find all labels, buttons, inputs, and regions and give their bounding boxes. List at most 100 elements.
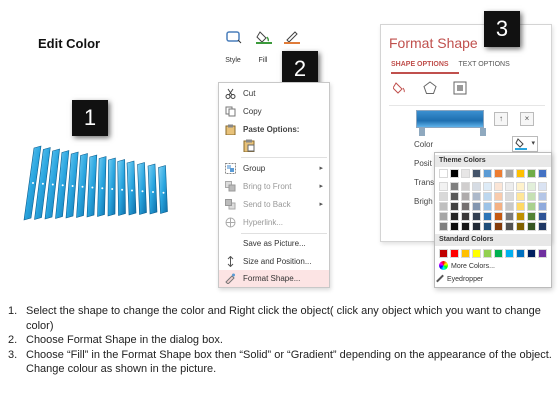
theme-shade-swatch[interactable] <box>527 182 536 191</box>
theme-color-swatch[interactable] <box>538 169 547 178</box>
paste-option-keep-format[interactable] <box>219 137 329 154</box>
theme-shade-swatch[interactable] <box>494 182 503 191</box>
theme-shade-swatch[interactable] <box>450 202 459 211</box>
theme-color-swatch[interactable] <box>483 169 492 178</box>
theme-shade-swatch[interactable] <box>439 212 448 221</box>
theme-shade-swatch[interactable] <box>538 222 547 231</box>
theme-shade-swatch[interactable] <box>494 202 503 211</box>
theme-color-swatch[interactable] <box>527 169 536 178</box>
theme-shade-swatch[interactable] <box>505 192 514 201</box>
theme-color-swatch[interactable] <box>439 169 448 178</box>
tab-text-options[interactable]: TEXT OPTIONS <box>459 61 510 68</box>
theme-shade-swatch[interactable] <box>461 192 470 201</box>
menu-item-save-as-picture[interactable]: Save as Picture... <box>219 235 329 252</box>
standard-color-swatch[interactable] <box>494 249 503 258</box>
standard-color-swatch[interactable] <box>472 249 481 258</box>
theme-color-swatch[interactable] <box>505 169 514 178</box>
theme-shade-swatch[interactable] <box>494 222 503 231</box>
theme-shade-swatch[interactable] <box>472 202 481 211</box>
menu-item-send-to-back[interactable]: Send to Back ▸ <box>219 196 329 213</box>
domino-shape <box>137 162 147 215</box>
theme-shade-swatch[interactable] <box>472 192 481 201</box>
size-properties-icon[interactable] <box>453 81 467 95</box>
theme-shade-swatch[interactable] <box>505 202 514 211</box>
theme-shade-swatch[interactable] <box>538 212 547 221</box>
menu-item-bring-to-front[interactable]: Bring to Front ▸ <box>219 178 329 195</box>
standard-color-swatch[interactable] <box>527 249 536 258</box>
theme-shade-swatch[interactable] <box>527 212 536 221</box>
menu-item-cut[interactable]: Cut <box>219 85 329 102</box>
shape-style-button[interactable]: Style <box>220 24 246 68</box>
theme-shade-swatch[interactable] <box>450 222 459 231</box>
theme-shade-swatch[interactable] <box>516 212 525 221</box>
menu-item-copy[interactable]: Copy <box>219 103 329 120</box>
theme-shade-swatch[interactable] <box>483 182 492 191</box>
menu-item-group[interactable]: Group ▸ <box>219 160 329 177</box>
more-colors-link[interactable]: More Colors... <box>439 261 495 270</box>
menu-item-format-shape[interactable]: Format Shape... <box>219 270 329 287</box>
theme-shade-swatch[interactable] <box>439 222 448 231</box>
theme-shade-swatch[interactable] <box>516 192 525 201</box>
theme-shade-swatch[interactable] <box>527 202 536 211</box>
effects-pentagon-icon[interactable] <box>423 81 437 95</box>
theme-shade-swatch[interactable] <box>450 212 459 221</box>
eyedropper-link[interactable]: Eyedropper <box>436 274 483 283</box>
standard-color-swatch[interactable] <box>516 249 525 258</box>
theme-shade-swatch[interactable] <box>439 192 448 201</box>
theme-shade-swatch[interactable] <box>538 192 547 201</box>
theme-shade-swatch[interactable] <box>472 182 481 191</box>
theme-shade-swatch[interactable] <box>450 182 459 191</box>
gradient-stop-handle[interactable] <box>419 128 425 136</box>
standard-color-swatch[interactable] <box>461 249 470 258</box>
standard-color-swatch[interactable] <box>439 249 448 258</box>
shape-fill-button[interactable]: Fill <box>250 24 276 68</box>
domino-shapes-image[interactable] <box>16 140 176 230</box>
chevron-down-icon: ▾ <box>531 140 535 147</box>
theme-shade-swatch[interactable] <box>461 202 470 211</box>
theme-shade-swatch[interactable] <box>461 182 470 191</box>
remove-gradient-stop-button[interactable]: × <box>520 112 534 126</box>
theme-color-swatch[interactable] <box>494 169 503 178</box>
menu-item-hyperlink[interactable]: Hyperlink... <box>219 214 329 231</box>
fill-line-icon[interactable] <box>393 81 407 95</box>
standard-color-swatch[interactable] <box>538 249 547 258</box>
theme-shade-swatch[interactable] <box>439 182 448 191</box>
add-gradient-stop-button[interactable]: ↑ <box>494 112 508 126</box>
menu-item-size-and-position[interactable]: Size and Position... <box>219 253 329 270</box>
theme-color-swatch[interactable] <box>472 169 481 178</box>
theme-shade-swatch[interactable] <box>461 222 470 231</box>
theme-shade-swatch[interactable] <box>538 182 547 191</box>
standard-color-swatch[interactable] <box>483 249 492 258</box>
theme-shade-swatch[interactable] <box>505 222 514 231</box>
theme-color-swatch[interactable] <box>450 169 459 178</box>
theme-shade-swatch[interactable] <box>538 202 547 211</box>
theme-shade-swatch[interactable] <box>516 222 525 231</box>
theme-shade-swatch[interactable] <box>472 222 481 231</box>
standard-color-swatch[interactable] <box>505 249 514 258</box>
theme-shade-swatch[interactable] <box>439 202 448 211</box>
theme-shade-swatch[interactable] <box>527 192 536 201</box>
gradient-stop-handle[interactable] <box>480 128 486 136</box>
theme-shade-swatch[interactable] <box>527 222 536 231</box>
theme-shade-swatch[interactable] <box>483 212 492 221</box>
theme-shade-swatch[interactable] <box>494 212 503 221</box>
domino-pip <box>41 182 44 185</box>
theme-shade-swatch[interactable] <box>483 202 492 211</box>
theme-shade-swatch[interactable] <box>450 192 459 201</box>
theme-shade-swatch[interactable] <box>483 192 492 201</box>
tab-shape-options[interactable]: SHAPE OPTIONS <box>391 61 449 68</box>
theme-shade-swatch[interactable] <box>483 222 492 231</box>
theme-shade-swatch[interactable] <box>516 202 525 211</box>
theme-shade-swatch[interactable] <box>461 212 470 221</box>
theme-shade-swatch[interactable] <box>494 192 503 201</box>
theme-color-swatch[interactable] <box>461 169 470 178</box>
theme-shade-swatch[interactable] <box>472 212 481 221</box>
color-picker-button[interactable]: ▾ <box>512 136 538 152</box>
standard-color-swatch[interactable] <box>450 249 459 258</box>
gradient-stops-bar[interactable] <box>416 110 484 128</box>
theme-shade-swatch[interactable] <box>505 212 514 221</box>
theme-shade-swatch[interactable] <box>516 182 525 191</box>
theme-shade-swatch[interactable] <box>505 182 514 191</box>
theme-color-swatch[interactable] <box>516 169 525 178</box>
paint-bucket-icon <box>256 31 272 44</box>
